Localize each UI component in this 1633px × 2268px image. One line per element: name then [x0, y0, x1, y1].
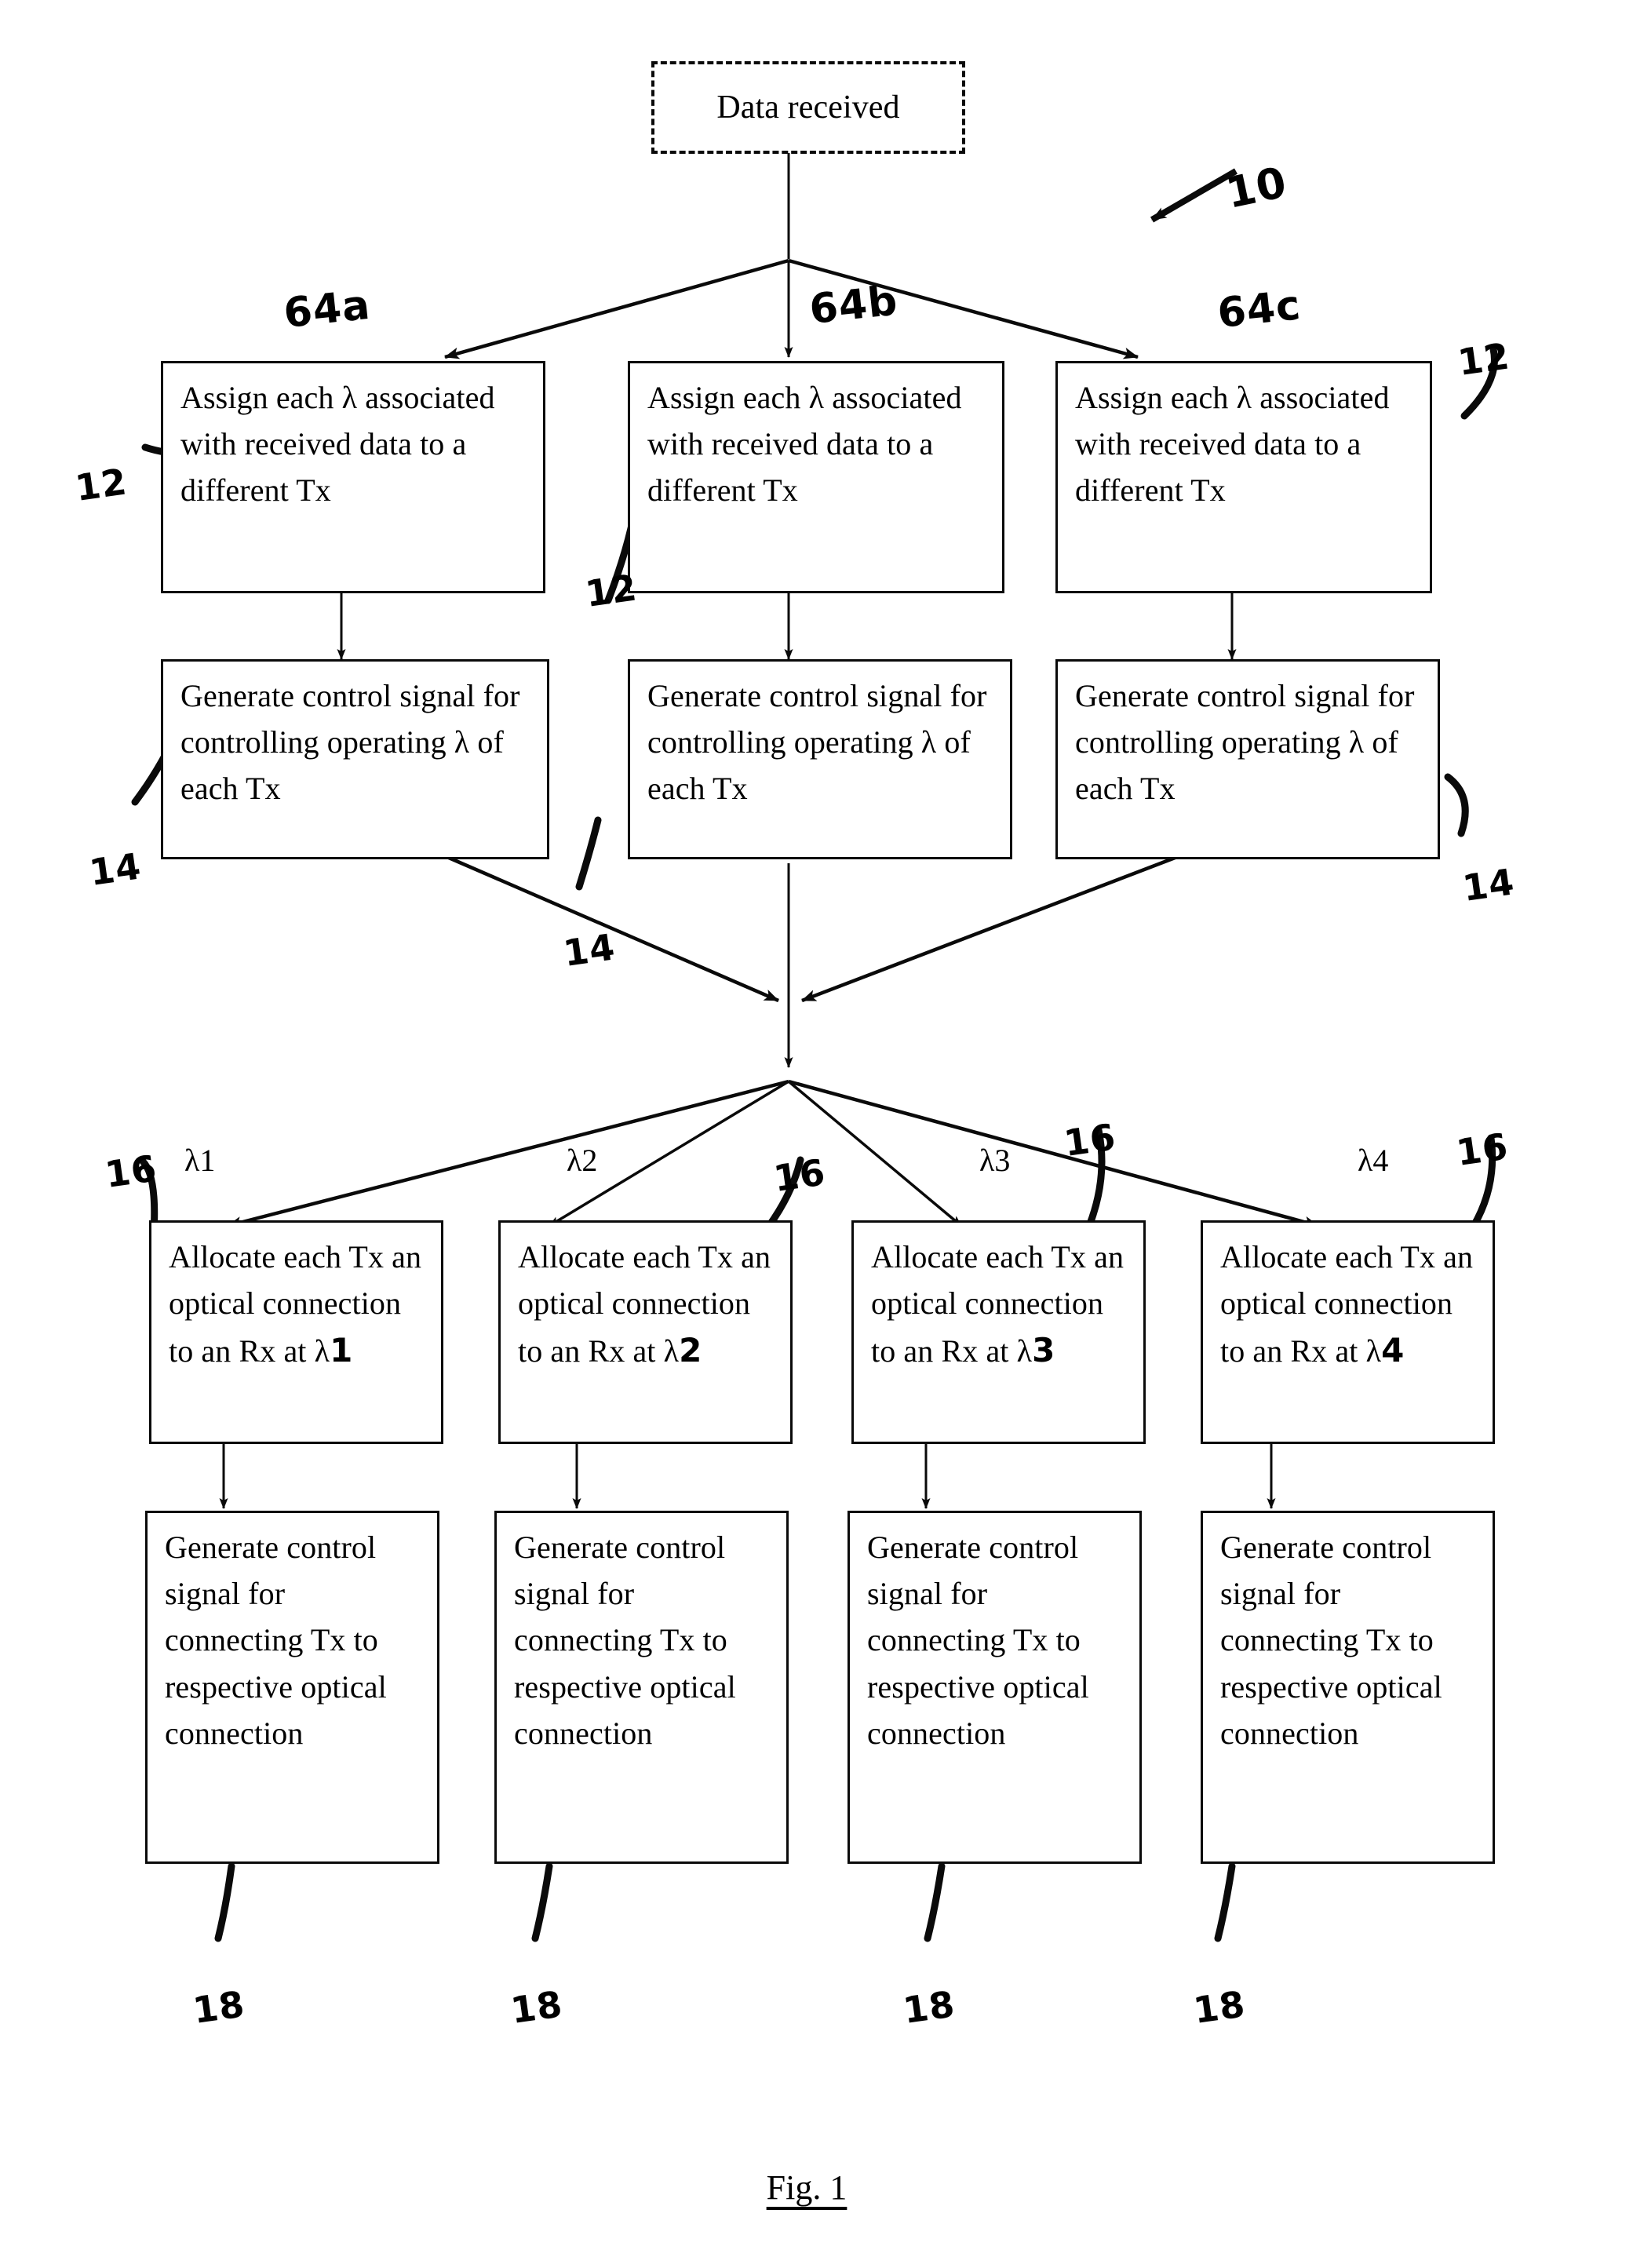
- wavelength-index: 3: [1032, 1331, 1055, 1370]
- wavelength-index: 1: [330, 1331, 353, 1370]
- node-label: Generate control signal for connecting T…: [165, 1530, 387, 1751]
- reference-numeral-16-3: 16: [1061, 1115, 1119, 1165]
- branch-label-64a: 64a: [281, 281, 373, 337]
- branch-label-64b: 64b: [807, 277, 900, 334]
- reference-numeral-18-3: 18: [900, 1982, 958, 2032]
- wavelength-label-1: λ1: [184, 1143, 216, 1178]
- node-label: Assign each λ associated with received d…: [1075, 380, 1390, 509]
- node-label: Generate control signal for connecting T…: [867, 1530, 1089, 1751]
- patent-figure-page: Data received Assign each λ associated w…: [0, 0, 1633, 2268]
- node-label: Allocate each Tx an optical connection t…: [871, 1239, 1125, 1370]
- node-label: Generate control signal for controlling …: [647, 678, 987, 807]
- edge-distribute-to-allocate-1: [227, 1079, 789, 1228]
- node-assign-3: Assign each λ associated with received d…: [1055, 361, 1432, 593]
- reference-numeral-10: 10: [1221, 157, 1292, 218]
- wavelength-label-3: λ3: [979, 1143, 1011, 1178]
- node-label: Data received: [716, 89, 900, 126]
- reference-numeral-16-1: 16: [102, 1147, 160, 1196]
- wavelength-label-2: λ2: [567, 1143, 598, 1178]
- node-data-received: Data received: [651, 61, 965, 154]
- leader-18-d: [1214, 1862, 1236, 1942]
- node-label: Generate control signal for connecting T…: [514, 1530, 736, 1751]
- node-label: Allocate each Tx an optical connection t…: [518, 1239, 771, 1370]
- edge-distribute-to-allocate-4: [788, 1079, 1319, 1228]
- node-label: Assign each λ associated with received d…: [180, 380, 495, 509]
- node-connect-1: Generate control signal for connecting T…: [145, 1511, 439, 1864]
- wavelength-label-4: λ4: [1358, 1143, 1389, 1178]
- wavelength-index: 2: [679, 1331, 702, 1370]
- node-label: Assign each λ associated with received d…: [647, 380, 962, 509]
- reference-numeral-12-right: 12: [1455, 334, 1513, 384]
- node-label: Allocate each Tx an optical connection t…: [1220, 1239, 1474, 1370]
- edge-hub-to-assign-left: [444, 258, 789, 359]
- node-label: Generate control signal for controlling …: [1075, 678, 1415, 807]
- node-control-3: Generate control signal for controlling …: [1055, 659, 1440, 859]
- reference-numeral-16-2: 16: [771, 1150, 829, 1200]
- node-control-2: Generate control signal for controlling …: [628, 659, 1012, 859]
- node-allocate-1: Allocate each Tx an optical connection t…: [149, 1220, 443, 1444]
- leader-18-c: [924, 1862, 946, 1942]
- edge-control-right-to-merge: [801, 855, 1178, 1003]
- reference-numeral-18-4: 18: [1190, 1982, 1248, 2032]
- node-allocate-2: Allocate each Tx an optical connection t…: [498, 1220, 793, 1444]
- leader-18-b: [531, 1862, 553, 1942]
- node-label: Generate control signal for controlling …: [180, 678, 520, 807]
- reference-numeral-18-1: 18: [190, 1982, 248, 2032]
- connector-layer: [131, 153, 1498, 1942]
- node-connect-2: Generate control signal for connecting T…: [494, 1511, 789, 1864]
- reference-numeral-14-mid: 14: [560, 925, 618, 975]
- leader-14-mid: [575, 816, 602, 891]
- reference-numeral-14-left: 14: [86, 844, 144, 894]
- node-control-1: Generate control signal for controlling …: [161, 659, 549, 859]
- figure-caption: Fig. 1: [766, 2168, 847, 2207]
- node-connect-4: Generate control signal for connecting T…: [1201, 1511, 1495, 1864]
- node-label: Allocate each Tx an optical connection t…: [169, 1239, 422, 1370]
- leader-14-right: [1444, 773, 1469, 837]
- node-allocate-3: Allocate each Tx an optical connection t…: [851, 1220, 1146, 1444]
- node-assign-1: Assign each λ associated with received d…: [161, 361, 545, 593]
- leader-18-a: [214, 1862, 235, 1942]
- node-allocate-4: Allocate each Tx an optical connection t…: [1201, 1220, 1495, 1444]
- node-assign-2: Assign each λ associated with received d…: [628, 361, 1004, 593]
- reference-numeral-18-2: 18: [508, 1982, 566, 2032]
- reference-numeral-14-right: 14: [1460, 860, 1518, 910]
- wavelength-index: 4: [1381, 1331, 1405, 1370]
- node-connect-3: Generate control signal for connecting T…: [847, 1511, 1142, 1864]
- reference-numeral-16-4: 16: [1453, 1125, 1511, 1174]
- reference-numeral-12-left: 12: [72, 460, 130, 509]
- node-label: Generate control signal for connecting T…: [1220, 1530, 1442, 1751]
- branch-label-64c: 64c: [1215, 282, 1303, 337]
- reference-numeral-12-mid: 12: [582, 566, 640, 615]
